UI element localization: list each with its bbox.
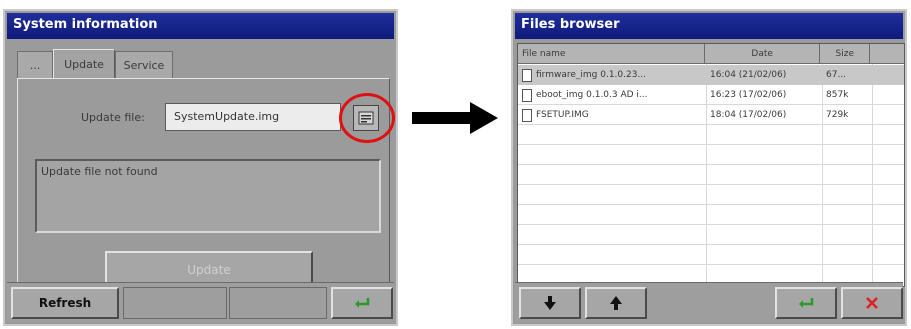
scroll-down-button[interactable] bbox=[519, 287, 581, 319]
file-name: firmware_img 0.1.0.23... bbox=[536, 70, 647, 80]
refresh-button[interactable]: Refresh bbox=[11, 287, 119, 319]
file-icon bbox=[522, 88, 532, 102]
tab-update[interactable]: Update bbox=[53, 49, 115, 79]
system-information-window: System information ... Update Service Up… bbox=[3, 9, 398, 326]
bottom-toolbar: Refresh bbox=[7, 282, 394, 322]
highlight-circle bbox=[339, 93, 395, 143]
grid-line bbox=[518, 264, 904, 265]
tab-more[interactable]: ... bbox=[17, 51, 53, 79]
grid-line bbox=[518, 244, 904, 245]
list-header: File name Date Size bbox=[518, 44, 904, 64]
file-date: 18:04 (17/02/06) bbox=[710, 110, 787, 120]
window-title: Files browser bbox=[515, 13, 903, 39]
column-header-spacer bbox=[870, 44, 904, 64]
files-browser-window: Files browser File name Date Size firmwa… bbox=[511, 9, 907, 326]
toolbar-empty-slot bbox=[229, 287, 327, 319]
grid-line bbox=[518, 224, 904, 225]
grid-line bbox=[518, 204, 904, 205]
file-row[interactable]: eboot_img 0.1.0.3 AD i... 16:23 (17/02/0… bbox=[518, 85, 904, 105]
window-title: System information bbox=[7, 13, 394, 39]
grid-line bbox=[518, 144, 904, 145]
file-name: eboot_img 0.1.0.3 AD i... bbox=[536, 90, 648, 100]
arrow-down-icon bbox=[544, 296, 556, 310]
tab-bar: ... Update Service bbox=[17, 49, 173, 79]
file-name-cell: firmware_img 0.1.0.23... bbox=[518, 65, 706, 85]
enter-icon bbox=[799, 298, 814, 308]
column-header-size[interactable]: Size bbox=[820, 44, 871, 64]
status-message-box: Update file not found bbox=[35, 159, 381, 233]
file-size: 857k bbox=[826, 90, 849, 100]
close-icon bbox=[866, 297, 878, 309]
arrow-up-icon bbox=[610, 296, 622, 310]
file-icon bbox=[522, 108, 532, 122]
file-icon bbox=[522, 68, 532, 82]
file-row[interactable]: FSETUP.IMG 18:04 (17/02/06) 729k bbox=[518, 105, 904, 125]
grid-line bbox=[518, 184, 904, 185]
grid-line bbox=[518, 164, 904, 165]
cancel-button[interactable] bbox=[841, 287, 903, 319]
enter-button[interactable] bbox=[775, 287, 837, 319]
file-date: 16:23 (17/02/06) bbox=[710, 90, 787, 100]
file-size: 729k bbox=[826, 110, 849, 120]
screenshot-stage: System information ... Update Service Up… bbox=[0, 0, 911, 329]
file-row[interactable]: firmware_img 0.1.0.23... 16:04 (21/02/06… bbox=[518, 65, 904, 85]
enter-icon bbox=[355, 298, 370, 308]
file-name-cell: FSETUP.IMG bbox=[518, 105, 706, 125]
file-name: FSETUP.IMG bbox=[536, 110, 589, 120]
file-date: 16:04 (21/02/06) bbox=[710, 70, 787, 80]
enter-button[interactable] bbox=[331, 287, 393, 319]
scroll-up-button[interactable] bbox=[585, 287, 647, 319]
column-header-file-name[interactable]: File name bbox=[518, 44, 705, 64]
right-arrow-icon bbox=[412, 102, 498, 134]
tab-service[interactable]: Service bbox=[115, 51, 173, 79]
file-name-cell: eboot_img 0.1.0.3 AD i... bbox=[518, 85, 706, 105]
update-file-field[interactable]: SystemUpdate.img bbox=[165, 103, 341, 131]
file-list: File name Date Size firmware_img 0.1.0.2… bbox=[517, 43, 905, 287]
bottom-toolbar bbox=[515, 282, 903, 322]
toolbar-empty-slot bbox=[123, 287, 227, 319]
file-size: 67... bbox=[826, 70, 847, 80]
column-header-date[interactable]: Date bbox=[704, 44, 821, 64]
update-file-label: Update file: bbox=[81, 111, 145, 124]
